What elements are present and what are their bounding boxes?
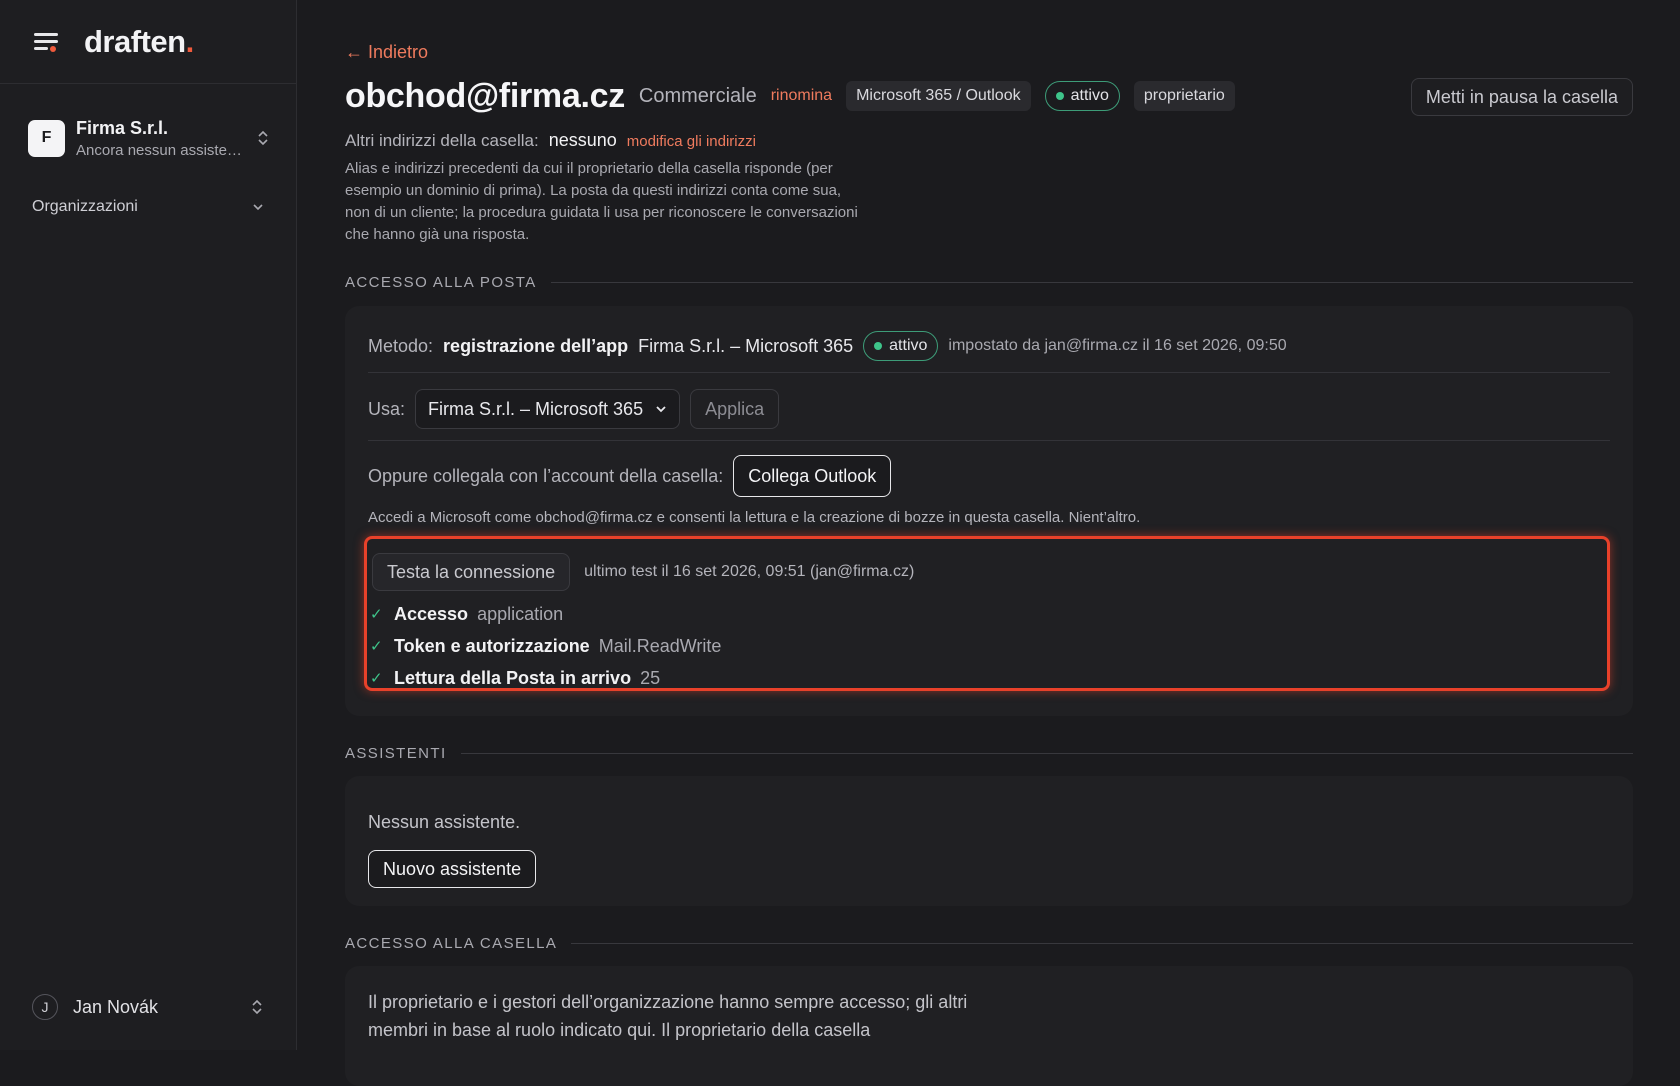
assistants-empty-text: Nessun assistente. <box>368 812 521 832</box>
user-switcher[interactable]: J Jan Novák <box>32 993 264 1021</box>
chevron-down-icon <box>253 204 263 211</box>
org-avatar: F <box>28 119 65 157</box>
use-label: Usa: <box>368 398 406 419</box>
method-name: Firma S.r.l. – Microsoft 365 <box>638 335 854 356</box>
chevron-updown-icon <box>252 999 262 1015</box>
check-icon: ✓ <box>370 670 383 687</box>
status-dot-icon <box>874 342 883 350</box>
chevron-down-icon <box>656 406 666 413</box>
method-status-badge: attivo <box>863 331 939 361</box>
connection-test-panel: Testa la connessione ultimo test il 16 s… <box>364 536 1610 691</box>
divider <box>368 372 1610 373</box>
app-registration-select[interactable]: Firma S.r.l. – Microsoft 365 <box>415 389 681 429</box>
mailbox-header: obchod@firma.cz Commerciale rinomina Mic… <box>345 74 1633 118</box>
connect-outlook-button[interactable]: Collega Outlook <box>733 455 892 497</box>
method-set-by: impostato da jan@firma.cz il 16 set 2026… <box>948 337 1287 354</box>
pause-mailbox-button[interactable]: Metti in pausa la casella <box>1410 78 1633 116</box>
check-value: Mail.ReadWrite <box>598 635 722 656</box>
section-title: ACCESSO ALLA CASELLA <box>345 935 558 952</box>
edit-aliases-link[interactable]: modifica gli indirizzi <box>627 133 756 150</box>
check-name: Accesso <box>394 603 469 624</box>
mailbox-access-text: Il proprietario e i gestori dell’organiz… <box>368 992 968 1040</box>
rename-link[interactable]: rinomina <box>771 87 832 105</box>
sidebar-item-label: Organizzazioni <box>32 198 138 215</box>
section-title: ACCESSO ALLA POSTA <box>345 274 537 291</box>
sidebar: draften. F Firma S.r.l. Ancora nessun as… <box>0 0 297 1050</box>
section-divider <box>571 943 1633 944</box>
org-name: Firma S.r.l. <box>76 117 169 138</box>
aliases-help-text: Alias e indirizzi precedenti da cui il p… <box>345 160 858 243</box>
aliases-label: Altri indirizzi della casella: <box>345 131 539 150</box>
divider <box>368 440 1610 441</box>
connect-label: Oppure collegala con l’account della cas… <box>368 465 724 486</box>
last-test-text: ultimo test il 16 set 2026, 09:51 (jan@f… <box>584 563 915 580</box>
section-divider <box>460 753 1633 754</box>
use-row: Usa: Firma S.r.l. – Microsoft 365 Applic… <box>368 388 780 430</box>
brand-row: draften. <box>0 0 296 84</box>
section-divider <box>550 282 1633 283</box>
org-switcher[interactable]: F Firma S.r.l. Ancora nessun assistente <box>28 114 270 162</box>
check-icon: ✓ <box>370 606 383 623</box>
check-icon: ✓ <box>370 638 383 655</box>
new-assistant-button[interactable]: Nuovo assistente <box>368 850 537 888</box>
assistants-section-header: ASSISTENTI <box>345 745 1633 762</box>
aliases-value: nessuno <box>548 130 617 150</box>
user-avatar: J <box>32 994 58 1020</box>
ownership-badge: proprietario <box>1133 81 1235 111</box>
check-row: ✓ Lettura della Posta in arrivo 25 <box>370 665 660 691</box>
method-app: registrazione dell’app <box>443 335 629 356</box>
test-row: Testa la connessione ultimo test il 16 s… <box>372 553 914 591</box>
connect-row: Oppure collegala con l’account della cas… <box>368 454 892 498</box>
user-name: Jan Novák <box>73 996 159 1017</box>
mail-access-card: Metodo: registrazione dell’app Firma S.r… <box>345 306 1633 716</box>
check-value: 25 <box>640 667 661 688</box>
sidebar-item-organizations[interactable]: Organizzazioni <box>32 198 264 216</box>
provider-badge: Microsoft 365 / Outlook <box>846 81 1031 111</box>
mailbox-access-section-header: ACCESSO ALLA CASELLA <box>345 935 1633 952</box>
method-label: Metodo: <box>368 335 434 356</box>
assistants-card: Nessun assistente. Nuovo assistente <box>345 776 1633 906</box>
menu-icon[interactable] <box>32 30 60 54</box>
check-name: Token e autorizzazione <box>394 635 590 656</box>
chevron-updown-icon <box>258 130 268 146</box>
status-badge: attivo <box>1044 81 1120 111</box>
apply-button[interactable]: Applica <box>690 389 780 429</box>
aliases-row: Altri indirizzi della casella: nessuno m… <box>345 130 756 151</box>
check-name: Lettura della Posta in arrivo <box>394 667 632 688</box>
connect-help-text: Accedi a Microsoft come obchod@firma.cz … <box>368 509 1141 526</box>
org-subtitle: Ancora nessun assistente <box>76 141 246 159</box>
check-row: ✓ Token e autorizzazione Mail.ReadWrite <box>370 633 721 659</box>
mail-access-section-header: ACCESSO ALLA POSTA <box>345 274 1633 291</box>
status-dot-icon <box>1055 92 1064 100</box>
brand-logo: draften. <box>84 23 194 59</box>
back-link[interactable]: ← Indietro <box>345 42 428 63</box>
page-title: obchod@firma.cz <box>345 76 625 115</box>
check-row: ✓ Accesso application <box>370 601 563 627</box>
mailbox-access-card: Il proprietario e i gestori dell’organiz… <box>345 966 1633 1086</box>
method-row: Metodo: registrazione dell’app Firma S.r… <box>368 328 1610 364</box>
check-value: application <box>477 603 564 624</box>
mailbox-role: Commerciale <box>638 84 757 107</box>
section-title: ASSISTENTI <box>345 745 447 762</box>
test-connection-button[interactable]: Testa la connessione <box>372 553 571 591</box>
